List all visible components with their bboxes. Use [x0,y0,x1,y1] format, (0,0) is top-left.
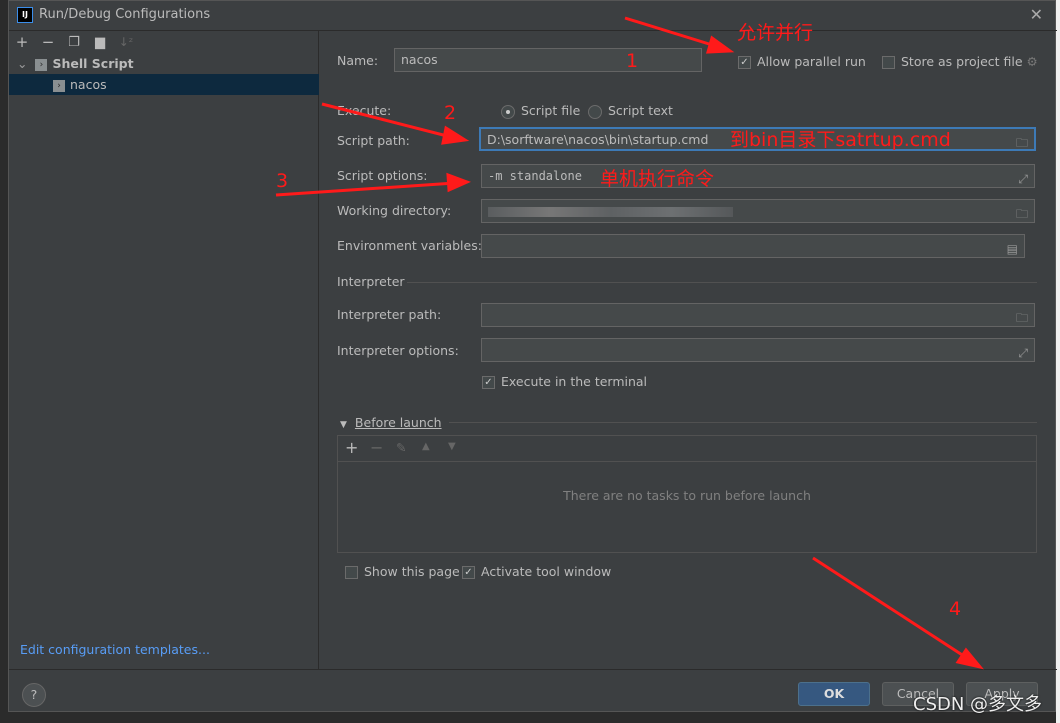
arrowhead-icon [955,647,984,670]
arrow-4 [812,556,971,662]
annotation-3-number: 3 [276,170,289,192]
annotation-3-text: 单机执行命令 [600,168,715,190]
annotation-1-number: 1 [626,50,639,72]
watermark: CSDN @多文多 [913,694,1043,715]
annotation-arrows [275,16,984,670]
annotation-1-text: 允许并行 [737,22,814,44]
arrowhead-icon [705,35,735,54]
arrowhead-icon [441,125,470,145]
arrow-3 [275,181,456,197]
annotation-2-text: 到bin目录下satrtup.cmd [730,129,951,151]
arrow-2 [321,102,456,140]
annotation-2-number: 2 [444,102,457,124]
arrowhead-icon [446,172,471,193]
arrow-1 [624,16,723,50]
annotation-4-number: 4 [949,598,962,620]
